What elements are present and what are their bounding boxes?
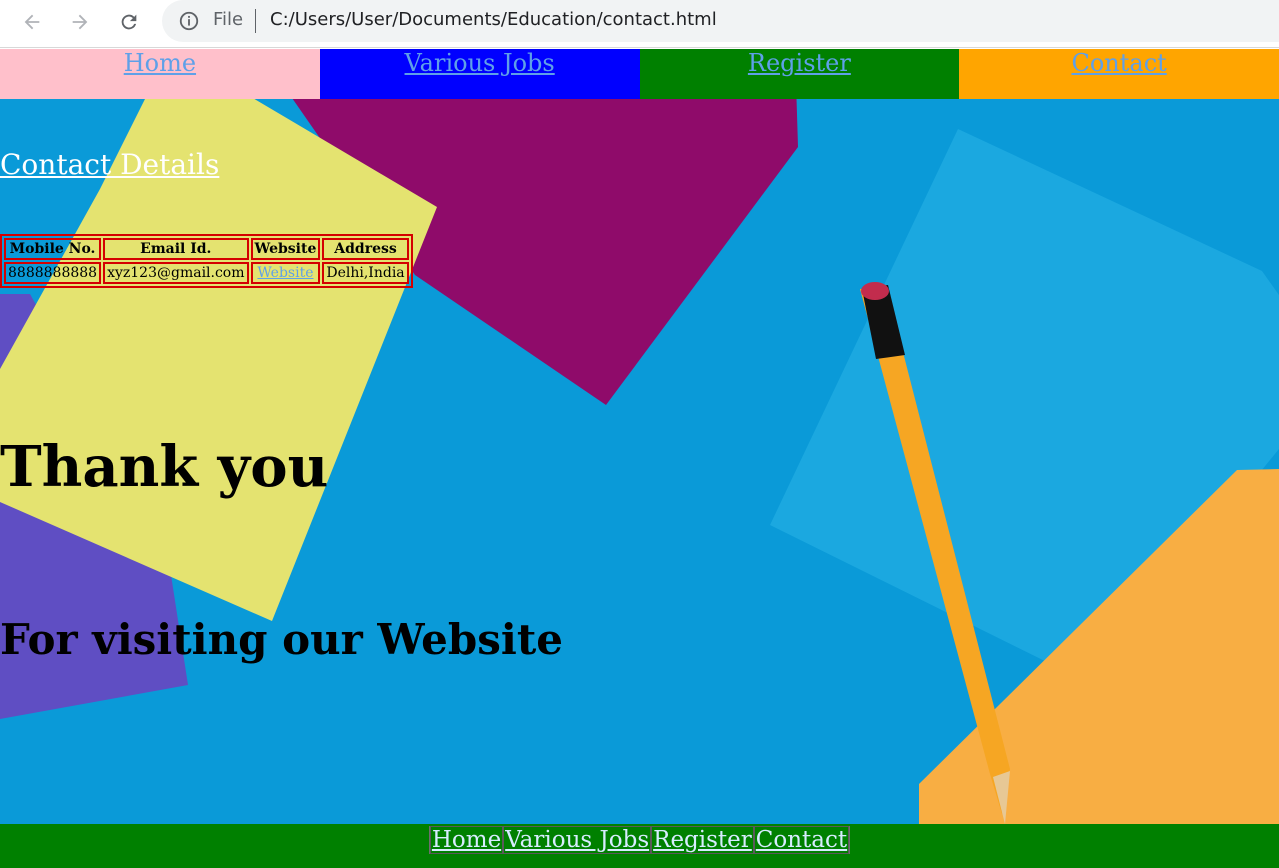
- header-mobile: Mobile No.: [4, 238, 102, 260]
- cell-mobile: 8888888888: [4, 262, 102, 284]
- website-link[interactable]: Website: [257, 265, 313, 281]
- arrow-right-icon: [72, 14, 88, 30]
- header-website: Website: [250, 238, 321, 260]
- nav-link-home[interactable]: Home: [124, 49, 196, 77]
- reload-icon: [121, 14, 137, 30]
- nav-link-register[interactable]: Register: [748, 49, 851, 77]
- reload-button[interactable]: [115, 8, 143, 36]
- cell-address: Delhi,India: [322, 262, 409, 284]
- cell-email: xyz123@gmail.com: [103, 262, 249, 284]
- scheme-divider: [255, 9, 256, 33]
- footer-links-group: Home Various Jobs Register Contact: [428, 826, 851, 854]
- page-viewport: Home Various Jobs Register Contact Conta…: [0, 49, 1279, 868]
- nav-cell-various-jobs: Various Jobs: [319, 49, 640, 99]
- contact-table: Mobile No. Email Id. Website Address 888…: [0, 234, 413, 288]
- nav-cell-register: Register: [639, 49, 960, 99]
- table-row: 8888888888 xyz123@gmail.com Website Delh…: [4, 262, 409, 284]
- footer-navigation: Home Various Jobs Register Contact: [0, 824, 1279, 868]
- contact-details-heading: Contact Details: [0, 148, 220, 181]
- arrow-left-icon: [24, 14, 40, 30]
- back-button[interactable]: [18, 8, 46, 36]
- visiting-heading: For visiting our Website: [0, 615, 563, 664]
- footer-link-contact[interactable]: Contact: [753, 826, 850, 854]
- thank-you-heading: Thank you: [0, 434, 329, 500]
- browser-toolbar: File C:/Users/User/Documents/Education/c…: [0, 0, 1279, 48]
- footer-link-various-jobs[interactable]: Various Jobs: [503, 826, 652, 854]
- nav-link-contact[interactable]: Contact: [1071, 49, 1166, 77]
- header-email: Email Id.: [103, 238, 249, 260]
- footer-link-home[interactable]: Home: [429, 826, 504, 854]
- nav-cell-home: Home: [0, 49, 320, 99]
- url-scheme-label: File: [213, 9, 244, 30]
- nav-cell-contact: Contact: [959, 49, 1279, 99]
- top-navigation: Home Various Jobs Register Contact: [0, 49, 1279, 99]
- header-address: Address: [322, 238, 409, 260]
- forward-button[interactable]: [66, 8, 94, 36]
- table-header-row: Mobile No. Email Id. Website Address: [4, 238, 409, 260]
- cell-website: Website: [250, 262, 321, 284]
- nav-link-various-jobs[interactable]: Various Jobs: [405, 49, 555, 77]
- address-bar[interactable]: File C:/Users/User/Documents/Education/c…: [162, 0, 1279, 42]
- footer-link-register[interactable]: Register: [651, 826, 754, 854]
- url-text[interactable]: C:/Users/User/Documents/Education/contac…: [270, 9, 717, 30]
- info-icon[interactable]: [178, 10, 200, 32]
